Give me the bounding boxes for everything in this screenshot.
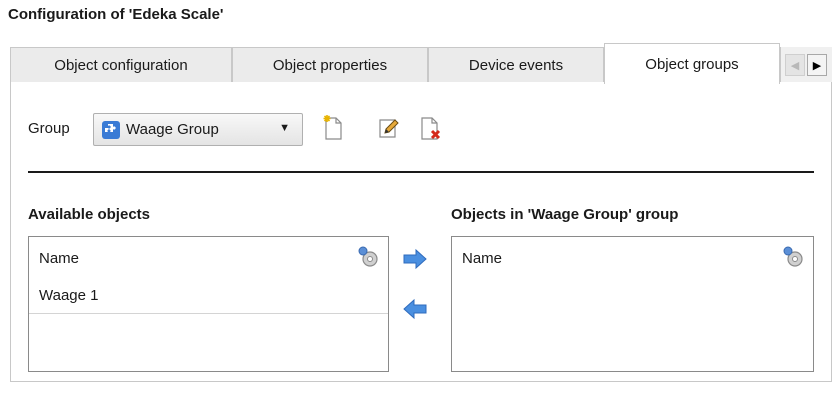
remove-from-group-arrow-icon[interactable] xyxy=(402,298,428,320)
column-header-name[interactable]: Name xyxy=(39,250,79,267)
available-objects-list[interactable]: Name Waage 1 xyxy=(28,236,389,372)
chevron-down-icon: ▼ xyxy=(279,122,290,134)
list-header: Name xyxy=(29,237,388,277)
list-header: Name xyxy=(452,237,813,277)
available-objects-title: Available objects xyxy=(28,206,150,223)
tab-object-groups[interactable]: Object groups xyxy=(604,43,780,84)
group-label: Group xyxy=(28,120,70,137)
window-title: Configuration of 'Edeka Scale' xyxy=(8,6,224,23)
list-item[interactable]: Waage 1 xyxy=(29,277,388,314)
group-objects-list[interactable]: Name xyxy=(451,236,814,372)
column-settings-icon[interactable] xyxy=(356,245,380,269)
tab-scroll-right-icon[interactable]: ▶ xyxy=(807,54,827,76)
new-group-icon[interactable] xyxy=(320,114,346,142)
puzzle-icon xyxy=(102,120,120,139)
column-settings-icon[interactable] xyxy=(781,245,805,269)
tab-device-events[interactable]: Device events xyxy=(428,47,604,83)
add-to-group-arrow-icon[interactable] xyxy=(402,248,428,270)
group-objects-title: Objects in 'Waage Group' group xyxy=(451,206,679,223)
tab-scroll-controls: ◀ ▶ xyxy=(780,47,832,83)
tab-object-configuration[interactable]: Object configuration xyxy=(10,47,232,83)
tab-scroll-left-icon[interactable]: ◀ xyxy=(785,54,805,76)
column-header-name[interactable]: Name xyxy=(462,250,502,267)
tab-object-properties[interactable]: Object properties xyxy=(232,47,428,83)
group-select-value: Waage Group xyxy=(126,121,219,138)
edit-group-icon[interactable] xyxy=(376,114,402,142)
delete-group-icon[interactable] xyxy=(418,114,444,142)
group-divider xyxy=(28,171,814,173)
list-item-label: Waage 1 xyxy=(39,287,99,304)
tab-bar: Object configuration Object properties D… xyxy=(10,43,832,84)
group-select[interactable]: Waage Group ▼ xyxy=(93,113,303,146)
